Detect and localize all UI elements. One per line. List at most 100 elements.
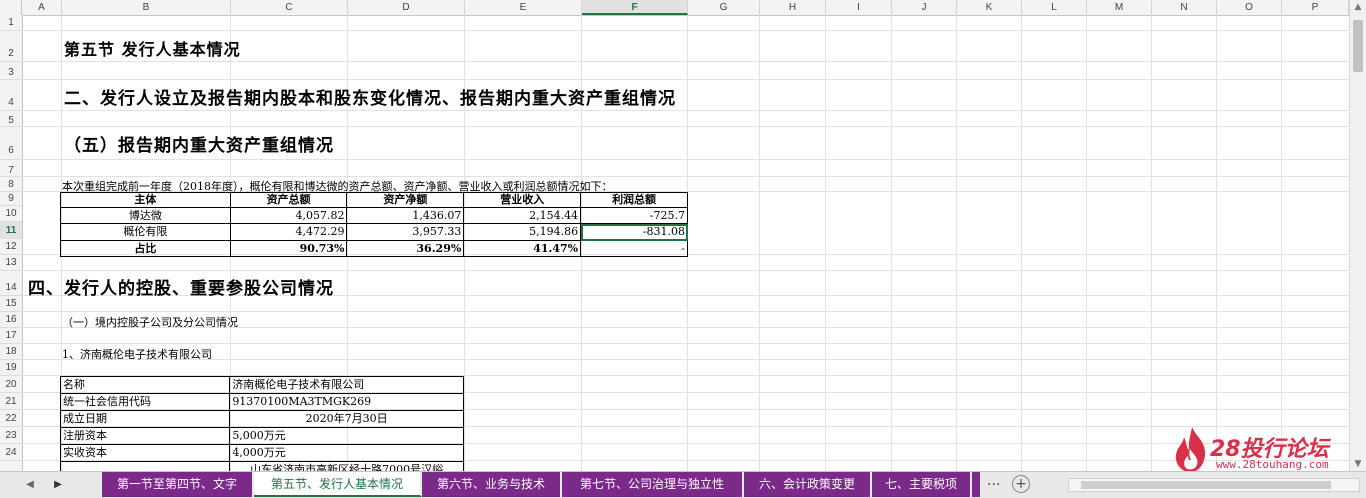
- more-sheets-button[interactable]: ...: [987, 473, 1000, 489]
- column-header-j[interactable]: J: [892, 0, 957, 15]
- row-header-19[interactable]: 19: [0, 360, 22, 376]
- select-all-corner[interactable]: [0, 0, 22, 15]
- column-header-d[interactable]: D: [348, 0, 465, 15]
- row-header-14[interactable]: 14: [0, 271, 22, 296]
- table-cell[interactable]: 山东省济南市高新区经十路7000号汉峪: [229, 461, 464, 471]
- row-header-3[interactable]: 3: [0, 62, 22, 80]
- table-cell[interactable]: 36.29%: [346, 240, 465, 257]
- tab-sheet-3[interactable]: 第六节、业务与技术: [422, 472, 562, 497]
- table-cell[interactable]: 占比: [60, 240, 231, 257]
- next-sheet-icon[interactable]: ▶: [50, 477, 66, 493]
- tab-sheet-4[interactable]: 第七节、公司治理与独立性: [562, 472, 744, 497]
- tab-sheet-5[interactable]: 六、会计政策变更: [744, 472, 872, 497]
- table-cell[interactable]: 90.73%: [229, 240, 348, 257]
- table-cell[interactable]: -: [580, 240, 688, 257]
- table-cell[interactable]: -725.7: [580, 207, 688, 224]
- company-info-table: 名称 济南概伦电子技术有限公司 统一社会信用代码 91370100MA3TMGK…: [59, 376, 464, 471]
- row-header-17[interactable]: 17: [0, 328, 22, 344]
- row-header-13[interactable]: 13: [0, 255, 22, 271]
- scroll-down-icon[interactable]: ▼: [1350, 457, 1366, 471]
- table-cell[interactable]: 41.47%: [463, 240, 582, 257]
- watermark-url: www.28touhang.com: [1216, 458, 1329, 471]
- gridline: [759, 15, 760, 471]
- column-header-p[interactable]: P: [1282, 0, 1349, 15]
- table-header-row: 主体 资产总额 资产净额 营业收入 利润总额: [60, 192, 688, 208]
- table-cell[interactable]: 济南概伦电子技术有限公司: [229, 376, 464, 394]
- table-cell[interactable]: 统一社会信用代码: [59, 393, 231, 411]
- table-row: 山东省济南市高新区经十路7000号汉峪: [59, 461, 464, 471]
- horizontal-scroll-thumb[interactable]: [1081, 481, 1331, 489]
- column-header-m[interactable]: M: [1087, 0, 1152, 15]
- table-header: 利润总额: [580, 192, 688, 208]
- table-cell[interactable]: 名称: [59, 376, 231, 394]
- column-header-k[interactable]: K: [957, 0, 1022, 15]
- table-cell[interactable]: 4,000万元: [229, 444, 464, 462]
- row-header-22[interactable]: 22: [0, 410, 22, 427]
- column-header-g[interactable]: G: [688, 0, 760, 15]
- table-cell[interactable]: 概伦有限: [60, 223, 231, 241]
- column-header-c[interactable]: C: [231, 0, 348, 15]
- active-cell[interactable]: -831.08: [580, 223, 688, 241]
- table-cell[interactable]: 博达微: [60, 207, 231, 224]
- table-cell[interactable]: 实收资本: [59, 444, 231, 462]
- cell-grid[interactable]: 第五节 发行人基本情况 二、发行人设立及报告期内股本和股东变化情况、报告期内重大…: [22, 15, 1349, 471]
- row-header-24[interactable]: 24: [0, 444, 22, 461]
- column-header-h[interactable]: H: [760, 0, 826, 15]
- vertical-scroll-thumb[interactable]: [1353, 20, 1363, 72]
- table-cell[interactable]: 1,436.07: [346, 207, 465, 224]
- table-row: 统一社会信用代码 91370100MA3TMGK269: [59, 393, 464, 411]
- row-header-18[interactable]: 18: [0, 344, 22, 360]
- table-cell[interactable]: 注册资本: [59, 427, 231, 445]
- row-header-20[interactable]: 20: [0, 376, 22, 393]
- tab-sheet-1[interactable]: 第一节至第四节、文字: [102, 472, 254, 497]
- add-sheet-button[interactable]: +: [1012, 475, 1030, 493]
- row-header-23[interactable]: 23: [0, 427, 22, 444]
- row-header-21[interactable]: 21: [0, 393, 22, 410]
- row-header-5[interactable]: 5: [0, 111, 22, 127]
- row-header-9[interactable]: 9: [0, 192, 22, 206]
- row-header-15[interactable]: 15: [0, 296, 22, 312]
- column-header-l[interactable]: L: [1022, 0, 1087, 15]
- tab-sheet-overflow[interactable]: [972, 472, 980, 497]
- table-cell[interactable]: 成立日期: [59, 410, 231, 428]
- table-cell[interactable]: 5,194.86: [463, 223, 582, 241]
- table-cell[interactable]: [59, 461, 231, 471]
- table-cell[interactable]: 4,472.29: [229, 223, 348, 241]
- table-cell[interactable]: 91370100MA3TMGK269: [229, 393, 464, 411]
- prev-sheet-icon[interactable]: ◀: [22, 477, 38, 493]
- table-header: 营业收入: [463, 192, 582, 208]
- scroll-up-icon[interactable]: ▲: [1350, 0, 1366, 14]
- table-cell[interactable]: 4,057.82: [229, 207, 348, 224]
- row-header-bar: 1 2 3 4 5 6 7 8 9 10 11 12 13 14 15 16 1…: [0, 15, 23, 471]
- column-header-f[interactable]: F: [582, 0, 688, 15]
- row-header-10[interactable]: 10: [0, 206, 22, 222]
- column-header-n[interactable]: N: [1152, 0, 1217, 15]
- row-header-6[interactable]: 6: [0, 127, 22, 160]
- heading-major-asset-restructuring: （五）报告期内重大资产重组情况: [64, 136, 334, 156]
- table-header: 资产净额: [346, 192, 465, 208]
- row-header-4[interactable]: 4: [0, 80, 22, 111]
- column-header-b[interactable]: B: [62, 0, 231, 15]
- table-cell[interactable]: 5,000万元: [229, 427, 464, 445]
- sheet-tab-bar: ◀ ▶ 第一节至第四节、文字 第五节、发行人基本情况 第六节、业务与技术 第七节…: [0, 471, 1366, 498]
- row-header-1[interactable]: 1: [0, 15, 22, 31]
- column-header-bar: A B C D E F G H I J K L M N O P: [0, 0, 1349, 16]
- row-header-12[interactable]: 12: [0, 239, 22, 255]
- column-header-e[interactable]: E: [465, 0, 582, 15]
- tab-sheet-6[interactable]: 七、主要税项: [872, 472, 972, 497]
- vertical-scrollbar[interactable]: ▲ ▼: [1349, 0, 1366, 471]
- column-header-o[interactable]: O: [1217, 0, 1282, 15]
- column-header-i[interactable]: I: [826, 0, 892, 15]
- row-header-7[interactable]: 7: [0, 160, 22, 177]
- column-header-a[interactable]: A: [22, 0, 62, 15]
- table-row: 实收资本 4,000万元: [59, 444, 464, 462]
- row-header-2[interactable]: 2: [0, 31, 22, 62]
- row-header-8[interactable]: 8: [0, 177, 22, 192]
- table-cell[interactable]: 2,154.44: [463, 207, 582, 224]
- tab-sheet-2[interactable]: 第五节、发行人基本情况: [254, 472, 422, 497]
- table-cell[interactable]: 2020年7月30日: [229, 410, 464, 428]
- row-header-11[interactable]: 11: [0, 222, 22, 239]
- table-cell[interactable]: 3,957.33: [346, 223, 465, 241]
- row-header-16[interactable]: 16: [0, 312, 22, 328]
- horizontal-scrollbar[interactable]: [1068, 478, 1360, 492]
